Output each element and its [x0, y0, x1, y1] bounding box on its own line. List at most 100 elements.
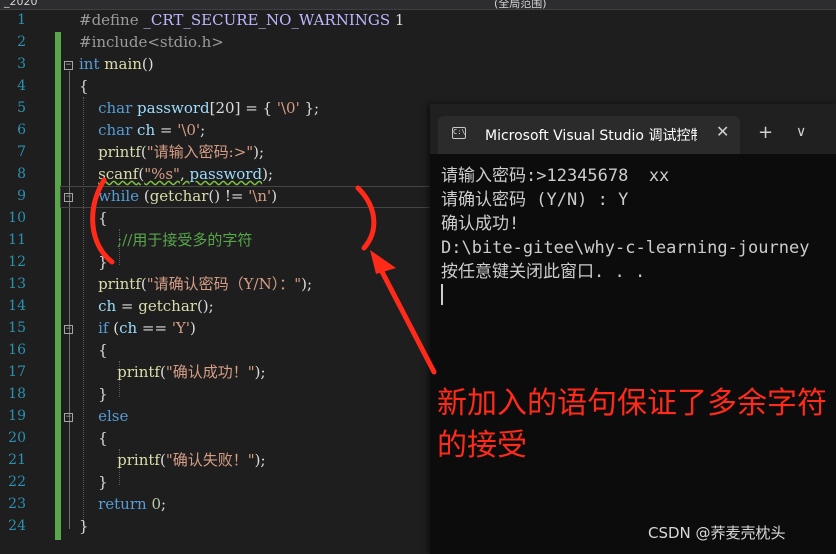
code-line-15: if (ch == 'Y'): [79, 317, 196, 339]
terminal-cursor: [441, 284, 443, 305]
line-number: 7: [17, 144, 26, 160]
variable: ch: [137, 121, 156, 139]
code-line-5: char password[20] = { '\0' };: [79, 97, 319, 119]
terminal-output-line: D:\bite-gitee\why-c-learning-journey: [441, 238, 810, 258]
punctuation: () !=: [208, 187, 249, 205]
function-call: getchar: [138, 297, 197, 315]
punctuation: ==: [137, 319, 172, 337]
punctuation: );: [254, 451, 266, 469]
change-tracking-bar: [55, 32, 61, 540]
line-number: 19: [8, 408, 26, 424]
string-literal: "%s": [144, 165, 180, 183]
variable: password: [137, 99, 210, 117]
terminal-title-bar[interactable]: C:\ Microsoft Visual Studio 调试控制台 ✕ + ∨: [430, 104, 836, 154]
line-number: 17: [8, 364, 26, 380]
terminal-tab[interactable]: C:\ Microsoft Visual Studio 调试控制台 ✕: [438, 116, 740, 154]
line-number: 13: [8, 276, 26, 292]
function-call: printf: [117, 451, 160, 469]
macro-name: _CRT_SECURE_NO_WARNINGS: [143, 11, 391, 29]
line-number: 18: [8, 386, 26, 402]
line-number: 10: [8, 210, 26, 226]
keyword: int: [79, 55, 100, 73]
punctuation: ;: [160, 495, 167, 513]
code-line-1: #define _CRT_SECURE_NO_WARNINGS 1: [79, 9, 404, 31]
code-line-4: {: [79, 75, 89, 97]
line-number: 8: [17, 166, 26, 182]
punctuation: ;: [200, 121, 206, 139]
string-literal: "请输入密码:>": [146, 143, 254, 161]
function-call: printf: [98, 143, 141, 161]
collapse-if-icon[interactable]: −: [64, 325, 73, 334]
code-line-2: #include<stdio.h>: [79, 31, 224, 53]
code-line-17: printf("确认成功！");: [79, 361, 266, 383]
code-line-18: }: [79, 383, 108, 405]
brace: {: [79, 77, 89, 95]
chevron-down-icon[interactable]: ∨: [796, 124, 806, 140]
variable: password: [189, 165, 263, 183]
keyword: if: [98, 319, 109, 337]
punctuation: };: [299, 99, 320, 117]
line-number: 3: [17, 56, 26, 72]
code-line-7: printf("请输入密码:>");: [79, 141, 264, 163]
line-number: 20: [8, 430, 26, 446]
terminal-output-line: 按任意键关闭此窗口. . .: [441, 262, 646, 282]
string-literal: "确认失败！": [165, 451, 255, 469]
brace: }: [79, 517, 89, 535]
keyword: return: [98, 495, 147, 513]
punctuation: );: [254, 363, 266, 381]
brace: }: [98, 253, 108, 271]
keyword: char: [98, 99, 133, 117]
function-call: printf: [117, 363, 160, 381]
line-number: 23: [8, 496, 26, 512]
code-line-12: }: [79, 251, 108, 273]
punctuation: );: [253, 143, 265, 161]
string-literal: "请确认密码（Y/N）：": [146, 275, 302, 293]
scope-dropdown[interactable]: (全局范围): [494, 0, 547, 9]
keyword: while: [98, 187, 140, 205]
line-number: 22: [8, 474, 26, 490]
char-literal: '\0': [177, 121, 201, 139]
code-line-20: {: [79, 427, 108, 449]
number-literal: 0: [151, 495, 161, 513]
line-number: 15: [8, 320, 26, 336]
code-line-21: printf("确认失败！");: [79, 449, 266, 471]
punctuation: ,: [179, 165, 190, 183]
line-number: 12: [8, 254, 26, 270]
char-literal: '\n': [248, 187, 272, 205]
code-line-8: scanf("%s", password);: [79, 163, 273, 185]
close-tab-icon[interactable]: ✕: [716, 122, 729, 141]
line-number: 24: [8, 518, 26, 534]
function-call: printf: [98, 275, 141, 293]
collapse-else-icon[interactable]: −: [64, 413, 73, 422]
terminal-output-line: 确认成功!: [441, 214, 520, 234]
preprocessor-directive: #define: [79, 11, 139, 29]
collapse-main-icon[interactable]: −: [64, 61, 73, 70]
project-dropdown[interactable]: _2020: [4, 0, 38, 8]
code-line-24: }: [79, 515, 89, 537]
punctuation: ): [271, 187, 278, 205]
punctuation: (: [108, 319, 120, 337]
char-literal: '\0': [276, 99, 300, 117]
code-line-13: printf("请确认密码（Y/N）：");: [79, 273, 312, 295]
punctuation: =: [155, 121, 178, 139]
line-number: 16: [8, 342, 26, 358]
brace: {: [98, 341, 108, 359]
debug-console-window[interactable]: C:\ Microsoft Visual Studio 调试控制台 ✕ + ∨ …: [430, 104, 836, 554]
line-number: 4: [17, 78, 26, 94]
comment: ;//用于接受多的字符: [117, 231, 253, 249]
variable: ch: [98, 297, 117, 315]
code-line-22: }: [79, 471, 108, 493]
annotation-text: 新加入的语句保证了多余字符的接受: [437, 386, 827, 463]
brace: {: [98, 209, 108, 227]
line-number: 6: [17, 122, 26, 138]
code-line-6: char ch = '\0';: [79, 119, 205, 141]
function-call-warning: scanf: [98, 165, 139, 183]
punctuation: ): [189, 319, 196, 337]
new-tab-icon[interactable]: +: [758, 122, 773, 143]
terminal-tab-title: Microsoft Visual Studio 调试控制台: [485, 128, 697, 144]
line-number: 14: [8, 298, 26, 314]
console-icon: C:\: [452, 127, 466, 139]
code-line-3: int main(): [79, 53, 154, 75]
line-number: 9: [17, 188, 26, 204]
code-line-16: {: [79, 339, 108, 361]
